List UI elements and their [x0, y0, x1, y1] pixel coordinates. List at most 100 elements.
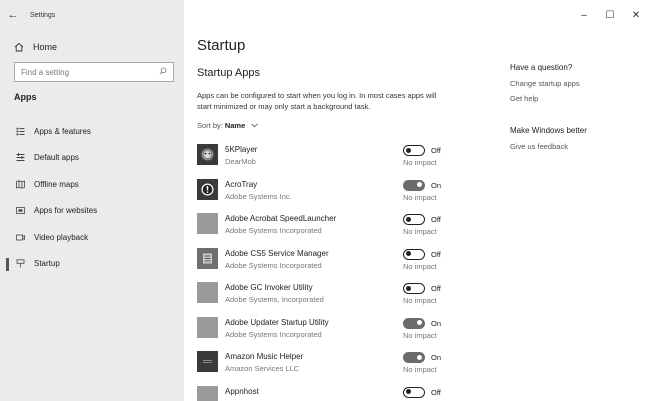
toggle-knob: [417, 320, 422, 325]
sidebar-item-apps-features[interactable]: Apps & features: [0, 118, 184, 145]
maximize-button[interactable]: ☐: [597, 0, 623, 30]
app-name: Adobe GC Invoker Utility: [225, 283, 313, 292]
sidebar-item-default-apps[interactable]: Default apps: [0, 145, 184, 172]
toggle-state: Off: [431, 284, 441, 293]
page-title: Startup: [197, 37, 246, 54]
apps-for-websites-icon: [14, 206, 26, 215]
list-item: Adobe Acrobat SpeedLauncher Adobe System…: [197, 209, 457, 244]
app-publisher: DearMob: [225, 157, 256, 166]
nav-list: Apps & features Default apps Offline map…: [0, 118, 184, 277]
startup-toggle[interactable]: [403, 352, 425, 363]
list-item: Appnhost Off: [197, 382, 457, 401]
sidebar-item-label: Startup: [34, 259, 60, 269]
video-playback-icon: [14, 233, 26, 242]
sidebar-item-offline-maps[interactable]: Offline maps: [0, 171, 184, 198]
5kplayer-icon: [197, 144, 218, 165]
list-item: AcroTray Adobe Systems Inc. On No impact: [197, 175, 457, 210]
startup-impact: No impact: [403, 296, 437, 305]
startup-impact: No impact: [403, 158, 437, 167]
sidebar-item-apps-for-websites[interactable]: Apps for websites: [0, 198, 184, 225]
chevron-down-icon: [249, 123, 259, 130]
apps-features-icon: [14, 127, 26, 136]
sidebar-item-startup[interactable]: Startup: [0, 251, 184, 278]
list-item: Amazon Music Helper Amazon Services LLC …: [197, 347, 457, 382]
acrobat-speedlauncher-icon: [197, 213, 218, 234]
startup-app-list: 5KPlayer DearMob Off No impact AcroTray …: [197, 140, 457, 401]
app-name: Amazon Music Helper: [225, 352, 304, 361]
sidebar: ← Settings Home Apps Apps & features: [0, 0, 184, 401]
toggle-knob: [406, 251, 411, 256]
list-item: Adobe GC Invoker Utility Adobe Systems, …: [197, 278, 457, 313]
offline-maps-icon: [14, 180, 26, 189]
toggle-state: Off: [431, 146, 441, 155]
app-publisher: Adobe Systems Incorporated: [225, 260, 322, 270]
sort-value: Name: [224, 121, 246, 130]
search-box[interactable]: [14, 62, 174, 82]
app-name: Adobe Acrobat SpeedLauncher: [225, 214, 337, 223]
app-name: Appnhost: [225, 386, 259, 396]
search-input[interactable]: [21, 67, 159, 77]
section-heading-apps: Apps: [14, 92, 37, 102]
change-startup-apps-link[interactable]: Change startup apps: [510, 79, 640, 88]
toggle-knob: [417, 354, 422, 360]
sidebar-item-label: Apps & features: [34, 126, 91, 136]
get-help-link[interactable]: Get help: [510, 94, 640, 103]
back-button[interactable]: ←: [0, 0, 26, 30]
startup-impact: No impact: [403, 192, 437, 202]
startup-toggle[interactable]: [403, 283, 425, 294]
default-apps-icon: [14, 153, 26, 162]
sidebar-item-video-playback[interactable]: Video playback: [0, 224, 184, 251]
toggle-state: On: [431, 318, 442, 328]
toggle-knob: [406, 216, 411, 222]
gc-invoker-icon: [197, 282, 218, 303]
section-title: Startup Apps: [197, 67, 260, 79]
toggle-state: Off: [431, 215, 441, 224]
sidebar-item-label: Offline maps: [34, 179, 79, 189]
title-bar: ← Settings: [0, 0, 184, 30]
home-icon: [12, 42, 26, 52]
main-content: Startup Startup Apps Apps can be configu…: [197, 0, 497, 401]
app-publisher: Adobe Systems, Incorporated: [225, 295, 324, 304]
minimize-button[interactable]: –: [571, 0, 597, 30]
settings-window: ← Settings Home Apps Apps & features: [0, 0, 649, 401]
toggle-knob: [406, 285, 411, 291]
toggle-state: Off: [431, 387, 441, 397]
toggle-knob: [406, 147, 411, 153]
startup-toggle[interactable]: [403, 248, 425, 260]
list-item: 5KPlayer DearMob Off No impact: [197, 140, 457, 175]
startup-impact: No impact: [403, 261, 437, 271]
adobe-updater-icon: [197, 316, 218, 338]
app-publisher: Amazon Services LLC: [225, 364, 300, 373]
list-item: Adobe CS5 Service Manager Adobe Systems …: [197, 244, 457, 279]
startup-toggle[interactable]: [403, 214, 425, 225]
app-publisher: Adobe Systems Inc.: [225, 191, 292, 201]
startup-toggle[interactable]: [403, 317, 425, 329]
app-publisher: Adobe Systems Incorporated: [225, 329, 322, 339]
list-item: Adobe Updater Startup Utility Adobe Syst…: [197, 313, 457, 348]
close-button[interactable]: ✕: [623, 0, 649, 30]
startup-toggle[interactable]: [403, 145, 425, 156]
startup-toggle[interactable]: [403, 179, 425, 191]
cs5-service-manager-icon: [197, 247, 218, 269]
home-label: Home: [33, 42, 58, 52]
sort-label: Sort by:: [197, 121, 223, 130]
home-link[interactable]: Home: [0, 37, 184, 57]
app-name: Adobe CS5 Service Manager: [225, 248, 329, 258]
startup-icon: [14, 259, 26, 268]
make-windows-better-heading: Make Windows better: [510, 126, 587, 135]
toggle-state: Off: [431, 249, 441, 259]
acrotray-icon: [197, 178, 218, 200]
description-text: Apps can be configured to start when you…: [197, 91, 437, 111]
toggle-knob: [417, 182, 422, 187]
amazon-music-icon: [197, 351, 218, 372]
search-icon[interactable]: [159, 67, 167, 77]
app-name: 5KPlayer: [225, 145, 258, 154]
startup-toggle[interactable]: [403, 386, 425, 398]
give-feedback-link[interactable]: Give us feedback: [510, 142, 640, 151]
sort-dropdown[interactable]: Sort by: Name: [197, 121, 259, 130]
app-name: Adobe Updater Startup Utility: [225, 317, 329, 327]
app-name: AcroTray: [225, 179, 258, 189]
startup-impact: No impact: [403, 227, 437, 236]
appnhost-icon: [197, 385, 218, 401]
